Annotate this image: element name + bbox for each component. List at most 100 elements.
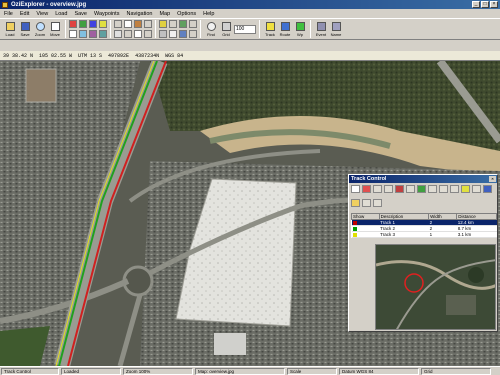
- pointer-icon[interactable]: [351, 185, 360, 193]
- name-button[interactable]: Name: [329, 20, 343, 39]
- route-arrows-icon: [280, 21, 290, 31]
- color-swatch: [352, 232, 357, 237]
- wp-icon[interactable]: [144, 20, 152, 28]
- move-button[interactable]: Move: [48, 20, 62, 39]
- close-button[interactable]: ×: [490, 1, 498, 8]
- gear-icon[interactable]: [159, 30, 167, 38]
- panel-close-button[interactable]: ×: [489, 176, 496, 182]
- yellow-icon[interactable]: [99, 20, 107, 28]
- folder-icon: [5, 21, 15, 31]
- roundabout: [122, 265, 154, 297]
- route-edit-icon[interactable]: [134, 20, 142, 28]
- event-icon[interactable]: [89, 30, 97, 38]
- menu-navigation[interactable]: Navigation: [126, 11, 152, 17]
- blank-icon[interactable]: [69, 30, 77, 38]
- color-icon[interactable]: [417, 185, 426, 193]
- menu-file[interactable]: File: [4, 11, 13, 17]
- move-up-icon[interactable]: [439, 185, 448, 193]
- properties-icon[interactable]: [362, 199, 371, 207]
- title-bar[interactable]: OziExplorer - overview.jpg _ □ ×: [0, 0, 500, 9]
- route-icon[interactable]: [99, 30, 107, 38]
- search-icon: [206, 21, 216, 31]
- route-button[interactable]: Route: [278, 20, 292, 39]
- plot-icon[interactable]: [144, 30, 152, 38]
- status-zoom: Zoom 100%: [123, 367, 193, 375]
- menu-help[interactable]: Help: [203, 11, 214, 17]
- waypoint-icon[interactable]: [79, 30, 87, 38]
- magnifier-icon: [35, 21, 45, 31]
- star-icon[interactable]: [159, 20, 167, 28]
- disk-icon: [20, 21, 30, 31]
- shape-icon[interactable]: [124, 30, 132, 38]
- globe-icon[interactable]: [179, 30, 187, 38]
- separator: [155, 20, 156, 38]
- name-icon[interactable]: [114, 30, 122, 38]
- track-edit-icon[interactable]: [384, 185, 393, 193]
- flag-icon: [295, 21, 305, 31]
- menu-save[interactable]: Save: [74, 11, 87, 17]
- zoom-select[interactable]: 100: [234, 24, 256, 34]
- menu-view[interactable]: View: [36, 11, 48, 17]
- load-track-icon[interactable]: [351, 199, 360, 207]
- find-button[interactable]: Find: [204, 20, 218, 39]
- panel-title-bar[interactable]: Track Control ×: [349, 175, 497, 183]
- green-icon[interactable]: [79, 20, 87, 28]
- main-toolbar: Load Save Zoom Move Find Grid 100 Track …: [0, 18, 500, 40]
- northing-readout: 4387234N: [135, 52, 160, 59]
- flag-gray-icon[interactable]: [373, 185, 382, 193]
- color-swatch: [352, 220, 357, 225]
- red-icon[interactable]: [69, 20, 77, 28]
- menu-waypoints[interactable]: Waypoints: [94, 11, 119, 17]
- menu-bar: File Edit View Load Save Waypoints Navig…: [0, 9, 500, 18]
- longitude-readout: 105 02.55 W: [39, 52, 73, 59]
- split-icon[interactable]: [406, 185, 415, 193]
- flag-red-icon[interactable]: [362, 185, 371, 193]
- event-button[interactable]: Event: [314, 20, 328, 39]
- grid-icon[interactable]: [114, 20, 122, 28]
- blue-icon[interactable]: [89, 20, 97, 28]
- save-track-icon[interactable]: [483, 185, 492, 193]
- move-down-icon[interactable]: [450, 185, 459, 193]
- load-button[interactable]: Load: [3, 20, 17, 39]
- waypoint-button[interactable]: Wp: [293, 20, 307, 39]
- minimize-button[interactable]: _: [472, 1, 480, 8]
- track-distance: 3.1 km: [456, 231, 497, 238]
- separator: [110, 20, 111, 38]
- minimap-image: [376, 245, 495, 329]
- building-top-left: [25, 68, 57, 103]
- zoom-button[interactable]: Zoom: [33, 20, 47, 39]
- status-scale: Scale: [287, 367, 337, 375]
- table-row[interactable]: Track 3 1 3.1 km: [351, 231, 497, 238]
- track-button[interactable]: Track: [263, 20, 277, 39]
- save-button[interactable]: Save: [18, 20, 32, 39]
- menu-map[interactable]: Map: [159, 11, 170, 17]
- track-desc: Track 3: [379, 231, 429, 238]
- width-icon[interactable]: [428, 185, 437, 193]
- map-view[interactable]: Track Control × Show Description Width D…: [0, 61, 500, 366]
- center-icon[interactable]: [169, 20, 177, 28]
- track-icon[interactable]: [124, 20, 132, 28]
- separator: [259, 20, 260, 38]
- graph-icon[interactable]: [373, 199, 382, 207]
- info-icon[interactable]: [189, 30, 197, 38]
- overview-minimap[interactable]: [375, 244, 496, 330]
- delete-icon[interactable]: [395, 185, 404, 193]
- menu-load[interactable]: Load: [55, 11, 67, 17]
- track-width: 1: [428, 231, 457, 238]
- separator: [310, 20, 311, 38]
- menu-options[interactable]: Options: [177, 11, 196, 17]
- tool-grid-2: [114, 20, 152, 38]
- ruler-icon[interactable]: [189, 20, 197, 28]
- print-icon[interactable]: [169, 30, 177, 38]
- tree-icon[interactable]: [179, 20, 187, 28]
- menu-edit[interactable]: Edit: [20, 11, 29, 17]
- tool-grid: [69, 20, 107, 38]
- maximize-button[interactable]: □: [481, 1, 489, 8]
- visible-icon[interactable]: [461, 185, 470, 193]
- hide-icon[interactable]: [472, 185, 481, 193]
- color-swatch: [352, 226, 357, 231]
- grid-button[interactable]: Grid: [219, 20, 233, 39]
- status-state: Loaded: [61, 367, 121, 375]
- easting-readout: 497892E: [108, 52, 130, 59]
- line-icon[interactable]: [134, 30, 142, 38]
